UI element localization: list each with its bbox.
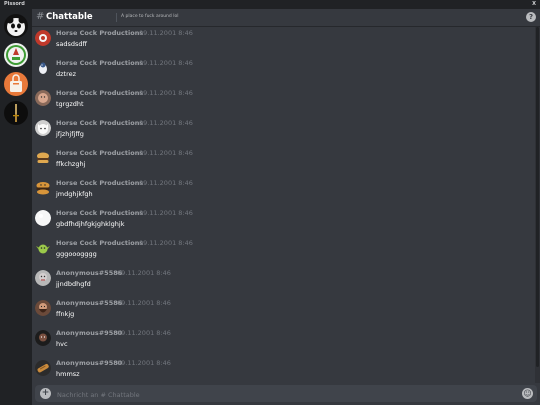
avatar[interactable] — [35, 90, 51, 106]
message-timestamp: 09.11.2001 8:46 — [139, 119, 193, 127]
message-author[interactable]: Anonymous#5586 — [56, 299, 122, 307]
message-author[interactable]: Horse Cock Productions — [56, 239, 143, 247]
sword-icon — [4, 101, 28, 125]
message-author[interactable]: Horse Cock Productions — [56, 179, 143, 187]
penguin-icon — [35, 60, 51, 76]
message-author[interactable]: Anonymous#9580 — [56, 329, 122, 337]
message-input[interactable] — [55, 387, 519, 402]
message-timestamp: 09.11.2001 8:46 — [117, 359, 171, 367]
message-author[interactable]: Anonymous#9580 — [56, 359, 122, 367]
message: Horse Cock Productions 09.11.2001 8:46 t… — [32, 87, 532, 117]
message-timestamp: 09.11.2001 8:46 — [117, 299, 171, 307]
message-author[interactable]: Horse Cock Productions — [56, 59, 143, 67]
goblin-icon — [35, 240, 51, 256]
message-author[interactable]: Horse Cock Productions — [56, 119, 143, 127]
avatar[interactable] — [35, 150, 51, 166]
server-icon-sword[interactable] — [4, 101, 28, 125]
burger-face-icon — [35, 180, 51, 196]
avatar[interactable] — [35, 120, 51, 136]
message-author[interactable]: Horse Cock Productions — [56, 29, 143, 37]
message: Horse Cock Productions 09.11.2001 8:46 g… — [32, 237, 532, 267]
title-bar: Pissord X — [0, 0, 540, 9]
dark-man-icon — [35, 330, 51, 346]
close-button[interactable]: X — [532, 0, 536, 9]
face-icon — [35, 90, 51, 106]
server-icon-bag[interactable] — [4, 72, 28, 96]
message-text: jmdghjkfgh — [56, 190, 93, 198]
channel-topic: A place to fuck around lol — [121, 14, 179, 19]
message-text: jjndbdhgfd — [56, 280, 91, 288]
cat-icon — [35, 120, 51, 136]
message-timestamp: 09.11.2001 8:46 — [139, 29, 193, 37]
avatar[interactable] — [35, 210, 51, 226]
channel-name: Chattable — [46, 12, 93, 22]
message-text: ffkchzghj — [56, 160, 86, 168]
message: Horse Cock Productions 09.11.2001 8:46 s… — [32, 27, 532, 57]
message-timestamp: 09.11.2001 8:46 — [139, 149, 193, 157]
message: Horse Cock Productions 09.11.2001 8:46 f… — [32, 147, 532, 177]
message: Anonymous#5586 09.11.2001 8:46 jjndbdhgf… — [32, 267, 532, 297]
emoji-icon[interactable]: ☺ — [522, 388, 533, 399]
message: Horse Cock Productions 09.11.2001 8:46 j… — [32, 117, 532, 147]
message-timestamp: 09.11.2001 8:46 — [117, 329, 171, 337]
avatar[interactable] — [35, 300, 51, 316]
scrollbar-thumb[interactable] — [536, 27, 539, 367]
message: Anonymous#5586 09.11.2001 8:46 ffnkjg — [32, 297, 532, 327]
message-text: ffnkjg — [56, 310, 75, 318]
bread-icon — [35, 360, 51, 376]
message: Horse Cock Productions 09.11.2001 8:46 g… — [32, 207, 532, 237]
server-icon-sign[interactable] — [4, 43, 28, 67]
message-timestamp: 09.11.2001 8:46 — [139, 179, 193, 187]
header-divider — [116, 13, 117, 22]
message-text: hmmsz — [56, 370, 80, 378]
avatar[interactable] — [35, 60, 51, 76]
message-timestamp: 09.11.2001 8:46 — [139, 59, 193, 67]
bag-icon — [4, 72, 28, 96]
help-icon[interactable]: ? — [526, 12, 536, 22]
avatar[interactable] — [35, 30, 51, 46]
white-ball-icon — [35, 210, 51, 226]
avatar[interactable] — [35, 180, 51, 196]
message-timestamp: 09.11.2001 8:46 — [139, 239, 193, 247]
message-text: gbdfhdjhfgkjghklghjk — [56, 220, 125, 228]
message-text: gggooogggg — [56, 250, 97, 258]
message-text: tgrgzdht — [56, 100, 84, 108]
message-text: jfjzhjfjffg — [56, 130, 84, 138]
avatar[interactable] — [35, 240, 51, 256]
message: Anonymous#9580 09.11.2001 8:46 hvc — [32, 327, 532, 357]
bearded-man-icon — [35, 300, 51, 316]
red-logo-icon — [35, 30, 51, 46]
burger-icon — [35, 150, 51, 166]
message-text: dztrez — [56, 70, 77, 78]
message-text: hvc — [56, 340, 68, 348]
avatar[interactable] — [35, 360, 51, 376]
add-attachment-icon[interactable]: + — [40, 388, 51, 399]
avatar[interactable] — [35, 330, 51, 346]
message-text: sadsdsdff — [56, 40, 87, 48]
message-timestamp: 09.11.2001 8:46 — [139, 209, 193, 217]
message-author[interactable]: Horse Cock Productions — [56, 149, 143, 157]
server-icon-panda[interactable] — [4, 14, 28, 38]
sign-icon — [4, 43, 28, 67]
server-sidebar — [0, 9, 32, 405]
avatar[interactable] — [35, 270, 51, 286]
message: Horse Cock Productions 09.11.2001 8:46 j… — [32, 177, 532, 207]
panda-icon — [4, 14, 28, 38]
message-author[interactable]: Anonymous#5586 — [56, 269, 122, 277]
message-timestamp: 09.11.2001 8:46 — [139, 89, 193, 97]
message-author[interactable]: Horse Cock Productions — [56, 89, 143, 97]
gray-face-icon — [35, 270, 51, 286]
app-title: Pissord — [4, 1, 25, 7]
message: Horse Cock Productions 09.11.2001 8:46 d… — [32, 57, 532, 87]
message-composer: + ☺ — [35, 385, 537, 402]
message-list: Horse Cock Productions 09.11.2001 8:46 s… — [32, 27, 540, 383]
message-timestamp: 09.11.2001 8:46 — [117, 269, 171, 277]
channel-header: # Chattable A place to fuck around lol ? — [32, 9, 540, 27]
message: Anonymous#9580 09.11.2001 8:46 hmmsz — [32, 357, 532, 387]
message-author[interactable]: Horse Cock Productions — [56, 209, 143, 217]
hash-icon: # — [36, 11, 45, 22]
